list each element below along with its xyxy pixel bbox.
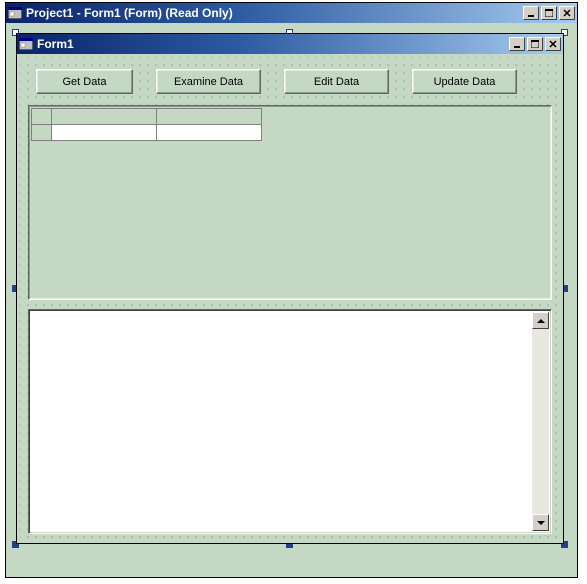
grid-header-cell (52, 109, 157, 125)
grid-row[interactable] (32, 125, 262, 141)
data-grid[interactable] (28, 105, 552, 300)
chevron-down-icon (537, 521, 545, 525)
form-minimize-button[interactable] (509, 37, 525, 51)
form-icon (19, 38, 33, 50)
grid-header-cell (157, 109, 262, 125)
grid-row-header (32, 125, 52, 141)
grid-header-cell (32, 109, 52, 125)
designer-client: Form1 Get Data Examine Data (8, 25, 575, 575)
close-button[interactable] (559, 6, 575, 20)
vertical-scrollbar[interactable] (532, 312, 549, 531)
form-titlebar: Form1 (17, 34, 563, 54)
grid-header-row (32, 109, 262, 125)
button-label: Get Data (62, 76, 106, 88)
form-window[interactable]: Form1 Get Data Examine Data (16, 33, 564, 544)
chevron-up-icon (537, 319, 545, 323)
scroll-down-button[interactable] (532, 514, 549, 531)
form-close-button[interactable] (545, 37, 561, 51)
button-label: Update Data (434, 76, 496, 88)
update-data-button[interactable]: Update Data (412, 69, 517, 94)
button-label: Edit Data (314, 76, 359, 88)
grid-cell[interactable] (157, 125, 262, 141)
maximize-button[interactable] (541, 6, 557, 20)
form-icon (8, 7, 22, 19)
output-textbox[interactable] (28, 309, 552, 534)
designer-window: Project1 - Form1 (Form) (Read Only) (5, 2, 578, 578)
grid-table (31, 108, 262, 141)
get-data-button[interactable]: Get Data (36, 69, 133, 94)
edit-data-button[interactable]: Edit Data (284, 69, 389, 94)
form-maximize-button[interactable] (527, 37, 543, 51)
designer-titlebar: Project1 - Form1 (Form) (Read Only) (6, 3, 577, 23)
button-label: Examine Data (174, 76, 243, 88)
form-client-area[interactable]: Get Data Examine Data Edit Data Update D… (20, 57, 560, 540)
textbox-content[interactable] (31, 312, 532, 531)
form-title-text: Form1 (37, 37, 74, 51)
scroll-up-button[interactable] (532, 312, 549, 329)
examine-data-button[interactable]: Examine Data (156, 69, 261, 94)
minimize-button[interactable] (523, 6, 539, 20)
designer-title-text: Project1 - Form1 (Form) (Read Only) (26, 6, 233, 20)
grid-cell[interactable] (52, 125, 157, 141)
